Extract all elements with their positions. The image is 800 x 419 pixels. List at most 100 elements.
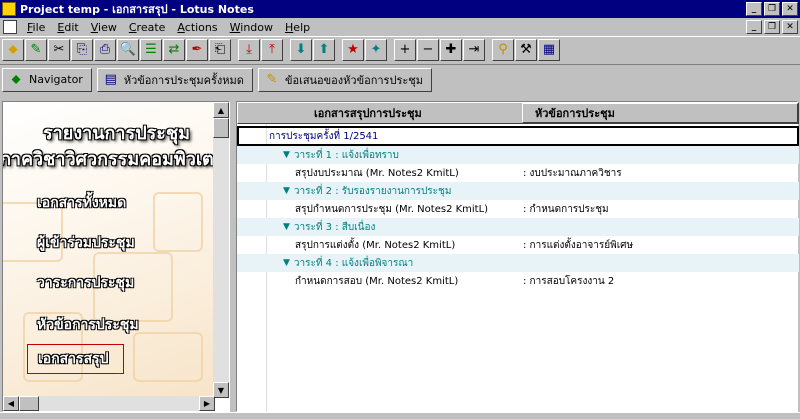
- scroll-right-arrow-icon[interactable]: ▶: [199, 396, 215, 411]
- action-bar: ⬥ Navigator ▤ หัวข้อการประชุมครั้งหมด ✎ …: [0, 64, 800, 94]
- agenda-category-row[interactable]: ▼ วาระที่ 1 : แจ้งเพื่อทราบ: [237, 146, 799, 164]
- navigator-horizontal-scrollbar[interactable]: ◀ ▶: [3, 396, 215, 411]
- column-header-summary[interactable]: เอกสารสรุปการประชุม: [270, 103, 522, 123]
- agenda-category-row[interactable]: ▼ วาระที่ 4 : แจ้งเพื่อพิจารณา: [237, 254, 799, 272]
- column-header-topic[interactable]: หัวข้อการประชุม: [522, 103, 798, 123]
- edit-icon: ✎: [266, 72, 278, 87]
- cut-icon[interactable]: ✂: [48, 38, 70, 61]
- topic-cell: : การแต่งตั้งอาจารย์พิเศษ: [523, 239, 634, 251]
- menu-file[interactable]: File: [21, 21, 51, 34]
- window-title: Project temp - เอกสารสรุป - Lotus Notes: [20, 3, 254, 16]
- smarticons-toolbar: ⬥ ✎ ✂ ⎘ ⎙ 🔍 ☰ ⇄ ✒ ⎗ ⤓ ⤒ ⬇ ⬆ ★ ✦ + − ✚ ⇥ …: [0, 36, 800, 62]
- scroll-down-arrow-icon[interactable]: ▼: [213, 382, 229, 398]
- navigator-heading: รายงานการประชุม: [43, 123, 191, 144]
- expanded-twistie-icon[interactable]: ▼: [283, 150, 290, 160]
- topic-cell: : งบประมาณภาควิชาร: [523, 167, 622, 179]
- table-row[interactable]: สรุปการแต่งตั้ง (Mr. Notes2 KmitL) : การ…: [237, 236, 799, 254]
- menu-edit[interactable]: Edit: [51, 21, 84, 34]
- nav-link-participants[interactable]: ผู้เข้าร่วมประชุม: [37, 232, 135, 254]
- previous-unread-icon[interactable]: ✦: [365, 38, 387, 61]
- previous-up-icon[interactable]: ⬆: [313, 38, 335, 61]
- menu-actions[interactable]: Actions: [171, 21, 223, 34]
- view-pane: เอกสารสรุปการประชุม หัวข้อการประชุม การป…: [236, 101, 799, 413]
- doc-restore-button[interactable]: ❐: [764, 20, 780, 34]
- navigator-icon: ⬥: [11, 72, 21, 87]
- pen-icon[interactable]: ✒: [186, 38, 208, 61]
- table-row[interactable]: สรุปงบประมาณ (Mr. Notes2 KmitL) : งบประม…: [237, 164, 799, 182]
- topic-cell: : การสอบโครงงาน 2: [523, 275, 615, 287]
- navigator-background-image: รายงานการประชุม ภาควิชาวิศวกรรมคอมพิวเตอ…: [3, 102, 215, 398]
- meeting-category-label: การประชุมครั้งที่ 1/2541: [269, 130, 379, 142]
- collapse-icon[interactable]: −: [417, 38, 439, 61]
- print-icon[interactable]: ⎗: [209, 38, 231, 61]
- navigator-button-label: Navigator: [29, 73, 83, 86]
- all-topics-button[interactable]: ▤ หัวข้อการประชุมครั้งหมด: [96, 67, 253, 92]
- all-topics-button-label: หัวข้อการประชุมครั้งหมด: [123, 73, 244, 87]
- document-icon: ▤: [104, 72, 117, 87]
- propose-topic-button[interactable]: ✎ ข้อเสนอของหัวข้อการประชุม: [257, 67, 432, 92]
- horizontal-scroll-thumb[interactable]: [19, 396, 39, 411]
- navigator-pane: รายงานการประชุม ภาควิชาวิศวกรรมคอมพิวเตอ…: [2, 101, 230, 412]
- nav-link-all-documents[interactable]: เอกสารทั้งหมด: [37, 192, 126, 214]
- minimize-button[interactable]: _: [746, 2, 762, 16]
- agenda-label: วาระที่ 1 : แจ้งเพื่อทราบ: [293, 149, 399, 161]
- lotus-notes-app-icon[interactable]: [2, 2, 16, 16]
- copy-icon[interactable]: ⎘: [71, 38, 93, 61]
- navigate-icon[interactable]: ⬥: [2, 38, 24, 61]
- status-bar: [0, 412, 800, 419]
- view-rows: การประชุมครั้งที่ 1/2541 ▼ วาระที่ 1 : แ…: [237, 126, 799, 290]
- menu-help[interactable]: Help: [279, 21, 316, 34]
- summary-doc-title: สรุปการแต่งตั้ง (Mr. Notes2 KmitL): [295, 239, 456, 251]
- binoculars-icon[interactable]: ⚒: [515, 38, 537, 61]
- table-icon[interactable]: ▦: [538, 38, 560, 61]
- expand-icon[interactable]: +: [394, 38, 416, 61]
- scroll-left-arrow-icon[interactable]: ◀: [3, 396, 19, 411]
- menu-window[interactable]: Window: [224, 21, 279, 34]
- next-unread-icon[interactable]: ★: [342, 38, 364, 61]
- meeting-category-row[interactable]: การประชุมครั้งที่ 1/2541: [237, 126, 799, 146]
- collapse-all-icon[interactable]: ⇥: [463, 38, 485, 61]
- summary-doc-title: กำหนดการสอบ (Mr. Notes2 KmitL): [295, 275, 459, 287]
- close-button[interactable]: ✕: [782, 2, 798, 16]
- menu-view[interactable]: View: [85, 21, 123, 34]
- next-main-down-icon[interactable]: ⤓: [238, 38, 260, 61]
- agenda-category-row[interactable]: ▼ วาระที่ 3 : สืบเนื่อง: [237, 218, 799, 236]
- agenda-category-row[interactable]: ▼ วาระที่ 2 : รับรองรายงานการประชุม: [237, 182, 799, 200]
- nav-link-agenda[interactable]: วาระการประชุม: [37, 272, 134, 294]
- menu-bar: File Edit View Create Actions Window Hel…: [0, 18, 800, 36]
- title-bar: Project temp - เอกสารสรุป - Lotus Notes …: [0, 0, 800, 18]
- nav-link-summary[interactable]: เอกสารสรุป: [27, 344, 124, 374]
- refresh-icon[interactable]: ⇄: [163, 38, 185, 61]
- scroll-up-arrow-icon[interactable]: ▲: [213, 102, 229, 118]
- nav-link-topics[interactable]: หัวข้อการประชุม: [37, 314, 139, 336]
- summary-doc-title: สรุปกำหนดการประชุม (Mr. Notes2 KmitL): [295, 203, 489, 215]
- paste-icon[interactable]: ⎙: [94, 38, 116, 61]
- expand-all-icon[interactable]: ✚: [440, 38, 462, 61]
- edit-document-icon[interactable]: ✎: [25, 38, 47, 61]
- agenda-label: วาระที่ 3 : สืบเนื่อง: [293, 221, 376, 233]
- expanded-twistie-icon[interactable]: ▼: [283, 258, 290, 268]
- vertical-scroll-thumb[interactable]: [213, 118, 229, 138]
- agenda-label: วาระที่ 4 : แจ้งเพื่อพิจารณา: [293, 257, 414, 269]
- properties-icon[interactable]: ☰: [140, 38, 162, 61]
- previous-main-up-icon[interactable]: ⤒: [261, 38, 283, 61]
- doc-close-button[interactable]: ✕: [782, 20, 798, 34]
- summary-doc-title: สรุปงบประมาณ (Mr. Notes2 KmitL): [295, 167, 459, 179]
- navigator-vertical-scrollbar[interactable]: ▲ ▼: [213, 102, 229, 398]
- restore-button[interactable]: ❐: [764, 2, 780, 16]
- topic-cell: : กำหนดการประชุม: [523, 203, 609, 215]
- table-row[interactable]: สรุปกำหนดการประชุม (Mr. Notes2 KmitL) : …: [237, 200, 799, 218]
- document-window-icon[interactable]: [3, 20, 17, 34]
- column-header-bar: เอกสารสรุปการประชุม หัวข้อการประชุม: [237, 102, 799, 124]
- search-icon[interactable]: 🔍: [117, 38, 139, 61]
- next-down-icon[interactable]: ⬇: [290, 38, 312, 61]
- doc-minimize-button[interactable]: _: [746, 20, 762, 34]
- expanded-twistie-icon[interactable]: ▼: [283, 186, 290, 196]
- flashlight-search-icon[interactable]: ⚲: [492, 38, 514, 61]
- table-row[interactable]: กำหนดการสอบ (Mr. Notes2 KmitL) : การสอบโ…: [237, 272, 799, 290]
- expanded-twistie-icon[interactable]: ▼: [283, 222, 290, 232]
- navigator-subheading: ภาควิชาวิศวกรรมคอมพิวเตอร์: [3, 149, 215, 170]
- navigator-button[interactable]: ⬥ Navigator: [2, 67, 92, 92]
- menu-create[interactable]: Create: [123, 21, 172, 34]
- agenda-label: วาระที่ 2 : รับรองรายงานการประชุม: [293, 185, 452, 197]
